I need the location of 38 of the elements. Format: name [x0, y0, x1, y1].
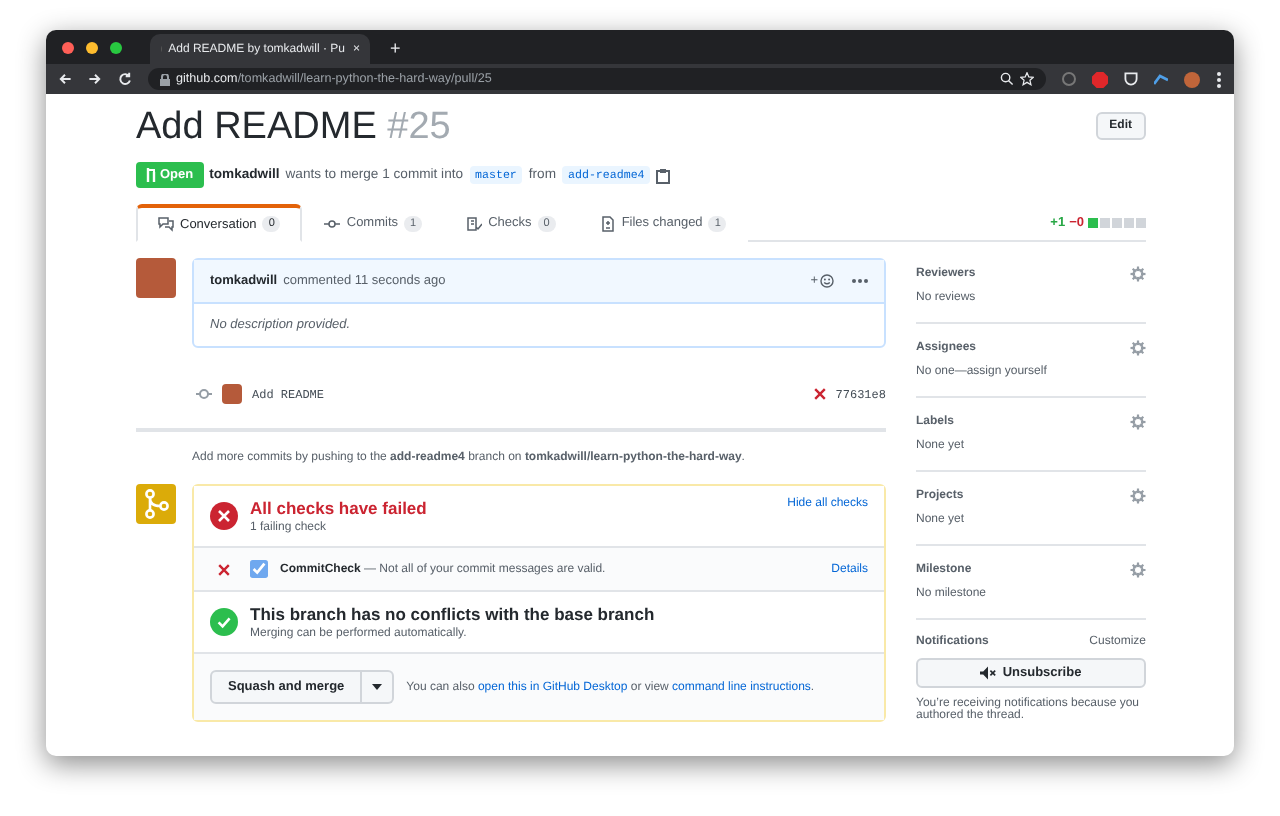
star-icon[interactable] — [1020, 72, 1034, 87]
lock-icon — [160, 73, 170, 86]
diffstat-drawing — [1088, 217, 1146, 227]
failed-status-icon — [210, 502, 238, 530]
gear-icon[interactable] — [1130, 266, 1146, 282]
forward-arrow-icon[interactable] — [88, 72, 102, 87]
minimize-window-icon[interactable] — [86, 41, 98, 54]
app-logo-icon — [250, 560, 268, 578]
gear-icon[interactable] — [1130, 414, 1146, 430]
merge-icon — [136, 484, 176, 524]
success-status-icon — [210, 608, 238, 636]
maximize-window-icon[interactable] — [110, 41, 122, 54]
file-diff-icon — [599, 215, 616, 231]
checklist-icon — [466, 215, 483, 231]
close-window-icon[interactable] — [62, 41, 74, 54]
muted-speaker-icon — [980, 666, 997, 680]
clipboard-icon[interactable] — [656, 167, 671, 183]
no-conflicts-title: This branch has no conflicts with the base branch — [250, 604, 657, 624]
more-options-icon[interactable] — [852, 278, 868, 284]
new-tab-button[interactable]: + — [390, 37, 401, 58]
avatar-placeholder — [136, 258, 176, 298]
caret-icon — [372, 684, 383, 690]
commit-icon — [196, 388, 212, 400]
zoom-icon[interactable] — [1000, 72, 1014, 87]
gear-icon[interactable] — [1130, 562, 1146, 578]
commit-icon — [324, 215, 341, 231]
back-arrow-icon[interactable] — [58, 72, 72, 87]
profile-avatar-icon[interactable] — [1184, 71, 1200, 88]
menu-icon[interactable] — [1216, 71, 1222, 88]
reload-icon[interactable] — [118, 72, 132, 87]
gear-icon[interactable] — [1130, 340, 1146, 356]
speech-bubbles-icon — [158, 216, 174, 232]
pocket-icon[interactable] — [1124, 72, 1138, 87]
avatar-placeholder — [222, 384, 242, 404]
pull-request-title: Add README #25 — [136, 106, 451, 150]
checks-failed-title: All checks have failed — [250, 498, 429, 518]
merge-options-button[interactable] — [362, 670, 395, 704]
gear-icon[interactable] — [1130, 488, 1146, 504]
